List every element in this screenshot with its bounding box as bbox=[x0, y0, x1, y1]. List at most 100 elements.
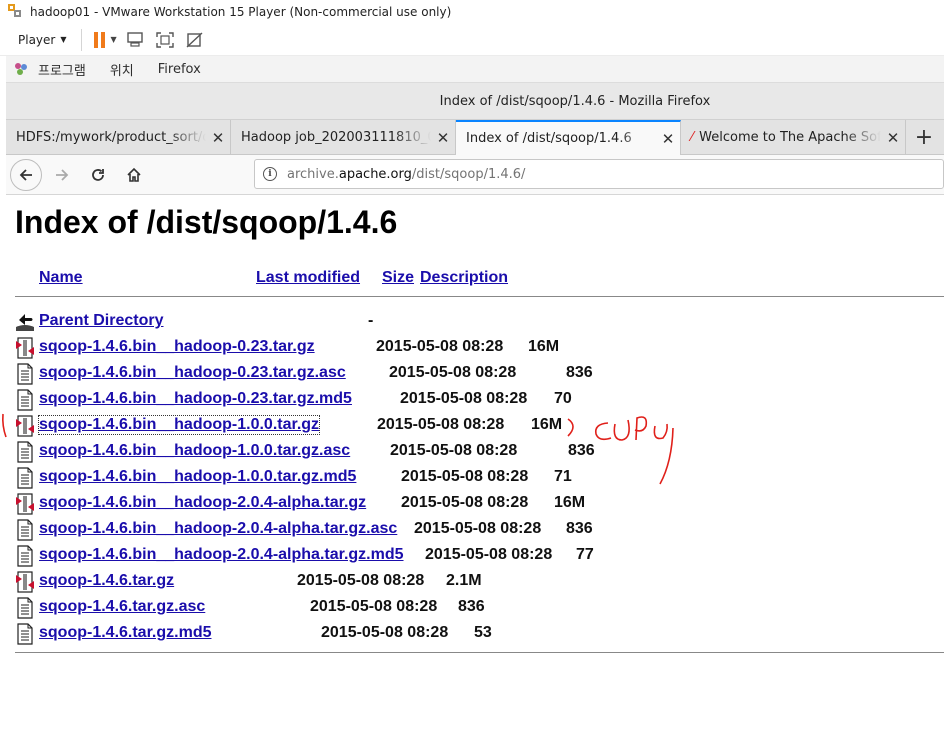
text-file-icon bbox=[17, 597, 33, 619]
file-size: 53 bbox=[474, 624, 492, 641]
file-row: sqoop-1.4.6.bin__hadoop-2.0.4-alpha.tar.… bbox=[6, 517, 944, 543]
player-menu-label: Player bbox=[18, 32, 56, 47]
file-date: 2015-05-08 08:28 bbox=[389, 364, 517, 381]
file-date: 2015-05-08 08:28 bbox=[321, 624, 449, 641]
tab-label: Hadoop job_202003111810_0001 bbox=[241, 130, 431, 145]
file-date: 2015-05-08 08:28 bbox=[377, 416, 505, 433]
forward-arrow-icon bbox=[56, 168, 69, 181]
menu-places[interactable]: 위치 bbox=[110, 60, 134, 79]
home-button[interactable] bbox=[118, 159, 150, 191]
tab-hadoop-job[interactable]: Hadoop job_202003111810_0001 ✕ bbox=[231, 120, 456, 155]
column-header-last-modified[interactable]: Last modified bbox=[256, 269, 360, 287]
archive-icon bbox=[16, 571, 34, 593]
tab-apache[interactable]: ⁄ Welcome to The Apache Software Foundat… bbox=[681, 120, 906, 155]
new-tab-button[interactable]: + bbox=[906, 120, 942, 154]
file-row: sqoop-1.4.6.bin__hadoop-1.0.0.tar.gz.md5… bbox=[6, 465, 944, 491]
column-header-name[interactable]: Name bbox=[39, 269, 83, 287]
parent-directory-row: Parent Directory - bbox=[6, 309, 944, 335]
file-link[interactable]: sqoop-1.4.6.bin__hadoop-0.23.tar.gz.md5 bbox=[39, 390, 352, 408]
send-ctrl-alt-del-icon[interactable] bbox=[125, 31, 145, 49]
file-size: 70 bbox=[554, 390, 572, 407]
file-link[interactable]: sqoop-1.4.6.bin__hadoop-0.23.tar.gz bbox=[39, 338, 315, 356]
file-link[interactable]: sqoop-1.4.6.bin__hadoop-1.0.0.tar.gz bbox=[37, 415, 321, 435]
file-date: 2015-05-08 08:28 bbox=[425, 546, 553, 563]
file-row: sqoop-1.4.6.bin__hadoop-1.0.0.tar.gz.asc… bbox=[6, 439, 944, 465]
tab-label: Welcome to The Apache Software Foundatio… bbox=[699, 130, 881, 145]
text-file-icon bbox=[17, 519, 33, 541]
file-row: sqoop-1.4.6.tar.gz 2015-05-08 08:28 2.1M bbox=[6, 569, 944, 595]
close-icon[interactable]: ✕ bbox=[431, 129, 455, 147]
reload-icon bbox=[92, 168, 104, 181]
tab-label: HDFS:/mywork/product_sort/output bbox=[16, 130, 206, 145]
fullscreen-icon[interactable] bbox=[155, 31, 175, 49]
archive-icon bbox=[16, 493, 34, 515]
reload-button[interactable] bbox=[82, 159, 114, 191]
file-link[interactable]: sqoop-1.4.6.tar.gz.asc bbox=[39, 598, 205, 616]
file-link[interactable]: sqoop-1.4.6.bin__hadoop-1.0.0.tar.gz.md5 bbox=[39, 468, 356, 486]
archive-icon bbox=[16, 337, 34, 359]
back-folder-icon bbox=[16, 314, 34, 331]
tab-index-sqoop[interactable]: Index of /dist/sqoop/1.4.6 ✕ bbox=[456, 120, 681, 155]
close-icon[interactable]: ✕ bbox=[881, 129, 905, 147]
menu-applications[interactable]: 프로그램 bbox=[38, 60, 86, 79]
toolbar-divider bbox=[80, 28, 82, 51]
parent-size: - bbox=[368, 312, 374, 329]
tab-strip: HDFS:/mywork/product_sort/output ✕ Hadoo… bbox=[6, 120, 944, 155]
text-file-icon bbox=[17, 441, 33, 463]
file-date: 2015-05-08 08:28 bbox=[401, 494, 529, 511]
close-icon[interactable]: ✕ bbox=[206, 129, 230, 147]
file-row: sqoop-1.4.6.bin__hadoop-2.0.4-alpha.tar.… bbox=[6, 491, 944, 517]
url-bar[interactable]: i archive. apache.org/dist/sqoop/1.4.6/ bbox=[254, 159, 944, 189]
file-size: 16M bbox=[531, 416, 563, 433]
chevron-down-icon: ▼ bbox=[60, 35, 67, 44]
player-menu-button[interactable]: Player ▼ bbox=[12, 30, 73, 50]
file-date: 2015-05-08 08:28 bbox=[390, 442, 518, 459]
tab-hdfs[interactable]: HDFS:/mywork/product_sort/output ✕ bbox=[6, 120, 231, 155]
unity-mode-icon[interactable] bbox=[185, 31, 205, 49]
close-icon[interactable]: ✕ bbox=[656, 130, 680, 148]
file-link[interactable]: sqoop-1.4.6.tar.gz.md5 bbox=[39, 624, 211, 642]
applications-icon bbox=[15, 63, 27, 75]
vmware-title: hadoop01 - VMware Workstation 15 Player … bbox=[30, 5, 452, 19]
file-row: sqoop-1.4.6.bin__hadoop-1.0.0.tar.gz 2015… bbox=[6, 413, 944, 439]
back-button[interactable] bbox=[10, 158, 42, 191]
file-link[interactable]: sqoop-1.4.6.tar.gz bbox=[39, 572, 174, 590]
menu-firefox[interactable]: Firefox bbox=[158, 62, 201, 77]
file-row: sqoop-1.4.6.tar.gz.asc 2015-05-08 08:28 83… bbox=[6, 595, 944, 621]
top-divider bbox=[15, 296, 944, 297]
file-link[interactable]: sqoop-1.4.6.bin__hadoop-2.0.4-alpha.tar.… bbox=[39, 520, 397, 538]
url-prefix: archive. bbox=[287, 166, 339, 182]
firefox-window-title-bar: Index of /dist/sqoop/1.4.6 - Mozilla Fir… bbox=[6, 83, 944, 120]
text-file-icon bbox=[17, 623, 33, 645]
site-info-icon[interactable]: i bbox=[263, 167, 277, 181]
file-date: 2015-05-08 08:28 bbox=[400, 390, 528, 407]
text-file-icon bbox=[17, 389, 33, 411]
chevron-down-icon[interactable]: ▼ bbox=[111, 35, 117, 44]
file-link[interactable]: sqoop-1.4.6.bin__hadoop-2.0.4-alpha.tar.… bbox=[39, 494, 366, 512]
pause-icon[interactable] bbox=[93, 31, 105, 48]
file-row: sqoop-1.4.6.tar.gz.md5 2015-05-08 08:28 53 bbox=[6, 621, 944, 647]
file-link[interactable]: sqoop-1.4.6.bin__hadoop-2.0.4-alpha.tar.… bbox=[39, 546, 404, 564]
file-link[interactable]: sqoop-1.4.6.bin__hadoop-0.23.tar.gz.asc bbox=[39, 364, 346, 382]
file-date: 2015-05-08 08:28 bbox=[376, 338, 504, 355]
gnome-top-bar: 프로그램 위치 Firefox bbox=[6, 56, 944, 83]
page-content: Index of /dist/sqoop/1.4.6 Name Last mod… bbox=[6, 196, 944, 751]
vmware-toolbar: Player ▼ ▼ bbox=[0, 24, 944, 56]
file-size: 71 bbox=[554, 468, 572, 485]
file-date: 2015-05-08 08:28 bbox=[297, 572, 425, 589]
column-header-size[interactable]: Size bbox=[382, 269, 414, 287]
forward-button[interactable] bbox=[46, 159, 78, 191]
file-link[interactable]: sqoop-1.4.6.bin__hadoop-1.0.0.tar.gz.asc bbox=[39, 442, 350, 460]
text-file-icon bbox=[17, 467, 33, 489]
file-size: 16M bbox=[554, 494, 586, 511]
file-row: sqoop-1.4.6.bin__hadoop-0.23.tar.gz 2015-… bbox=[6, 335, 944, 361]
text-file-icon bbox=[17, 545, 33, 567]
apache-feather-icon: ⁄ bbox=[691, 130, 694, 145]
file-size: 836 bbox=[568, 442, 595, 459]
archive-icon bbox=[16, 415, 34, 437]
navigation-toolbar: i archive. apache.org/dist/sqoop/1.4.6/ bbox=[6, 155, 944, 195]
file-date: 2015-05-08 08:28 bbox=[414, 520, 542, 537]
parent-directory-link[interactable]: Parent Directory bbox=[39, 312, 164, 330]
column-header-description[interactable]: Description bbox=[420, 269, 508, 287]
back-arrow-icon bbox=[19, 168, 32, 181]
